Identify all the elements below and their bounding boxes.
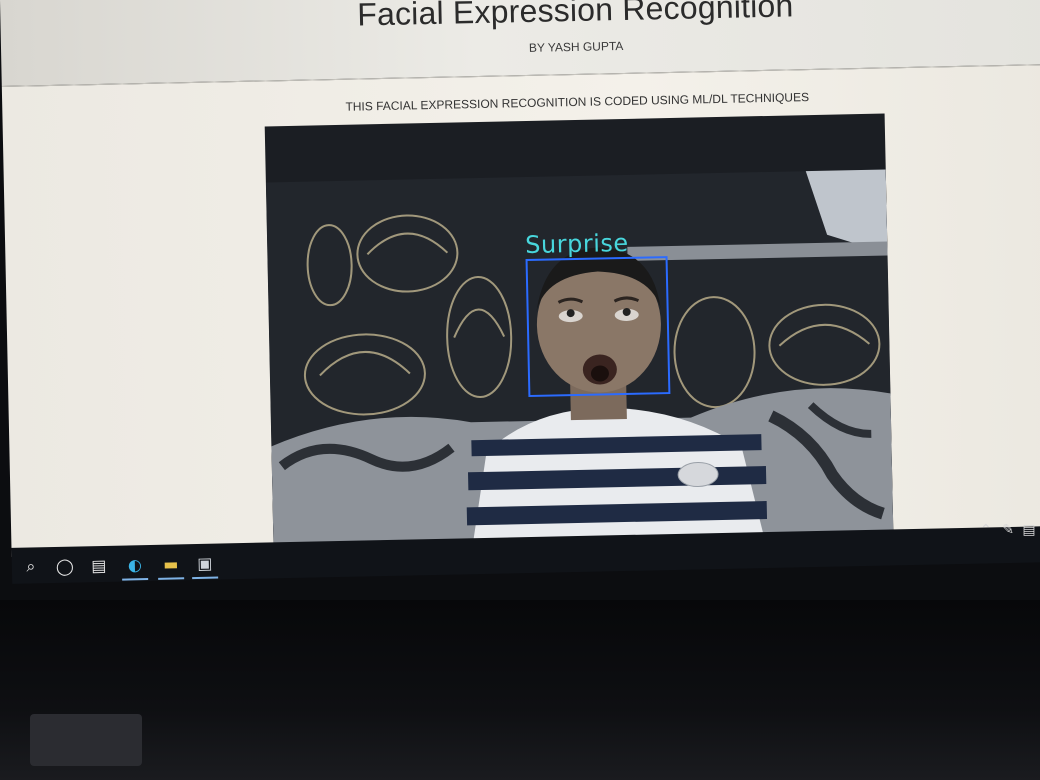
file-explorer-icon[interactable]: ▬: [160, 552, 182, 574]
system-tray: ⌃ ✎ ▤: [980, 522, 1036, 538]
chevron-up-icon[interactable]: ⌃: [980, 522, 992, 538]
cortana-icon[interactable]: ◯: [54, 555, 76, 577]
pen-icon[interactable]: ✎: [1002, 522, 1014, 538]
laptop-hinge: [30, 714, 142, 766]
search-icon[interactable]: ⌕: [20, 555, 42, 577]
app-icon[interactable]: ▣: [194, 552, 216, 574]
webcam-video-feed: Surprise: [264, 113, 894, 545]
notification-icon[interactable]: ▤: [1022, 522, 1035, 538]
expression-label: Surprise: [524, 228, 629, 260]
monitor-screen: Facial Expression Recognition BY YASH GU…: [0, 0, 1040, 600]
page-body: THIS FACIAL EXPRESSION RECOGNITION IS CO…: [1, 64, 1040, 557]
task-view-icon[interactable]: ▤: [88, 554, 110, 576]
edge-icon[interactable]: ◐: [124, 553, 146, 575]
face-detection-box: [525, 256, 671, 398]
laptop-bezel: [0, 600, 1040, 780]
